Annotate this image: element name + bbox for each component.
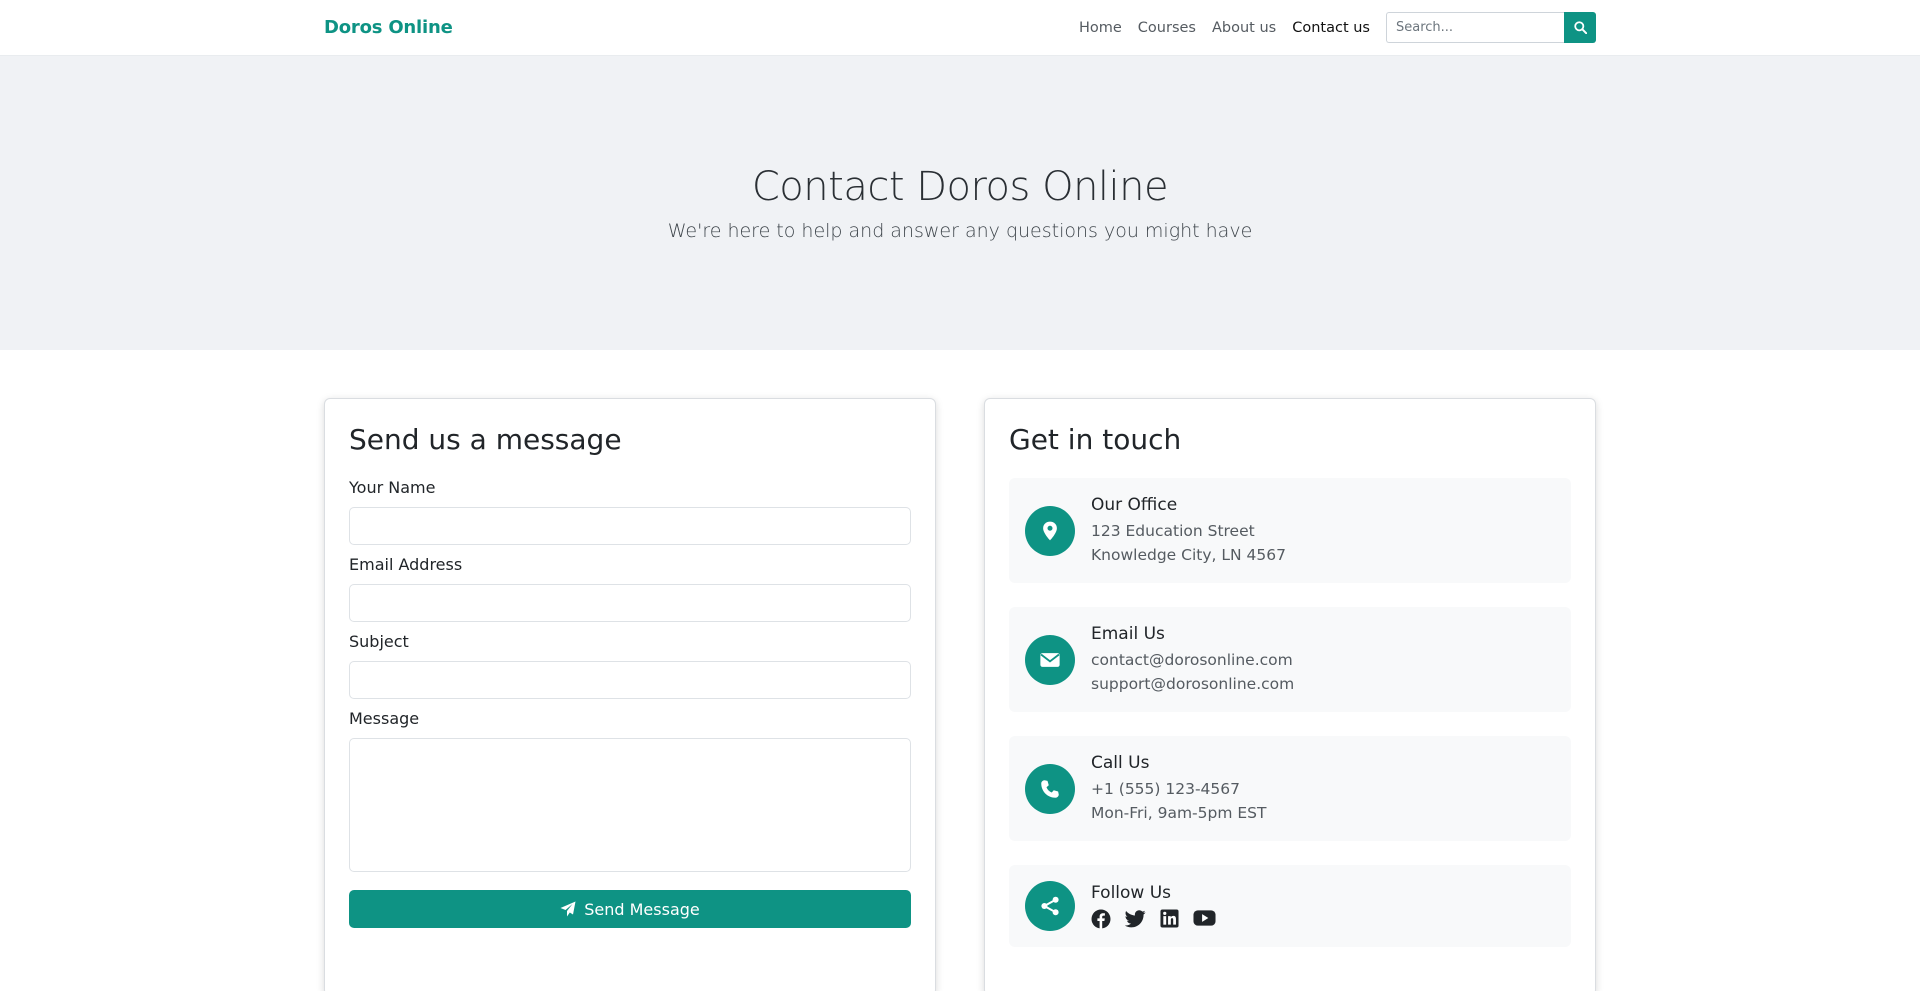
office-info: Our Office 123 Education Street Knowledg… xyxy=(1009,478,1571,583)
search-icon xyxy=(1573,21,1587,34)
phone-text: Call Us +1 (555) 123-4567 Mon-Fri, 9am-5… xyxy=(1091,753,1266,825)
social-links xyxy=(1091,909,1216,929)
follow-title: Follow Us xyxy=(1091,883,1172,903)
nav-link-contact[interactable]: Contact us xyxy=(1284,20,1378,36)
search-button[interactable] xyxy=(1564,12,1596,43)
nav-link-home[interactable]: Home xyxy=(1071,20,1130,36)
navbar-right: Home Courses About us Contact us xyxy=(1071,12,1596,43)
contact-info-card: Get in touch Our Office 123 Education St… xyxy=(984,398,1596,991)
name-label: Your Name xyxy=(349,478,436,497)
nav-link-about[interactable]: About us xyxy=(1204,20,1284,36)
subject-label: Subject xyxy=(349,632,409,651)
email-line-2[interactable]: support@dorosonline.com xyxy=(1091,672,1294,696)
youtube-icon[interactable] xyxy=(1193,909,1216,929)
twitter-icon[interactable] xyxy=(1125,909,1146,929)
facebook-icon[interactable] xyxy=(1091,909,1111,929)
email-info: Email Us contact@dorosonline.com support… xyxy=(1009,607,1571,712)
office-line-2: Knowledge City, LN 4567 xyxy=(1091,545,1286,564)
phone-line-1[interactable]: +1 (555) 123-4567 xyxy=(1091,777,1266,801)
contact-form-card: Send us a message Your Name Email Addres… xyxy=(324,398,936,991)
office-text: Our Office 123 Education Street Knowledg… xyxy=(1091,495,1286,567)
subject-field[interactable] xyxy=(349,661,911,699)
navbar-inner: Doros Online Home Courses About us Conta… xyxy=(312,12,1608,43)
send-message-label: Send Message xyxy=(584,899,700,919)
follow-text: Follow Us xyxy=(1091,883,1216,929)
hero-title: Contact Doros Online xyxy=(751,164,1169,210)
envelope-icon xyxy=(1025,634,1075,685)
share-icon xyxy=(1025,881,1075,931)
phone-info: Call Us +1 (555) 123-4567 Mon-Fri, 9am-5… xyxy=(1009,736,1571,841)
nav-links: Home Courses About us Contact us xyxy=(1071,20,1378,36)
message-group: Message xyxy=(349,709,911,876)
form-title: Send us a message xyxy=(349,423,622,456)
subject-group: Subject xyxy=(349,632,911,699)
map-pin-icon xyxy=(1025,505,1075,556)
message-label: Message xyxy=(349,709,420,728)
email-group: Email Address xyxy=(349,555,911,622)
email-line-1[interactable]: contact@dorosonline.com xyxy=(1091,648,1294,672)
contact-title: Get in touch xyxy=(1009,423,1182,456)
search-form xyxy=(1386,12,1596,43)
search-input[interactable] xyxy=(1386,12,1564,43)
email-field[interactable] xyxy=(349,584,911,622)
main-content: Send us a message Your Name Email Addres… xyxy=(312,398,1608,991)
brand-logo[interactable]: Doros Online xyxy=(324,17,453,38)
send-message-button[interactable]: Send Message xyxy=(349,890,911,928)
name-group: Your Name xyxy=(349,478,911,545)
hero-subtitle: We're here to help and answer any questi… xyxy=(667,220,1253,242)
office-line-1: 123 Education Street xyxy=(1091,521,1255,540)
paper-plane-icon xyxy=(560,901,576,917)
linkedin-icon[interactable] xyxy=(1160,909,1179,929)
nav-link-courses[interactable]: Courses xyxy=(1130,20,1204,36)
phone-line-2: Mon-Fri, 9am-5pm EST xyxy=(1091,803,1267,822)
email-text: Email Us contact@dorosonline.com support… xyxy=(1091,624,1294,696)
email-label: Email Address xyxy=(349,555,463,574)
navbar: Doros Online Home Courses About us Conta… xyxy=(0,0,1920,56)
follow-info: Follow Us xyxy=(1009,865,1571,947)
phone-icon xyxy=(1025,763,1075,814)
phone-title: Call Us xyxy=(1091,752,1150,773)
office-title: Our Office xyxy=(1091,494,1178,515)
name-field[interactable] xyxy=(349,507,911,545)
message-field[interactable] xyxy=(349,738,911,872)
hero-section: Contact Doros Online We're here to help … xyxy=(0,56,1920,350)
email-title: Email Us xyxy=(1091,623,1165,644)
